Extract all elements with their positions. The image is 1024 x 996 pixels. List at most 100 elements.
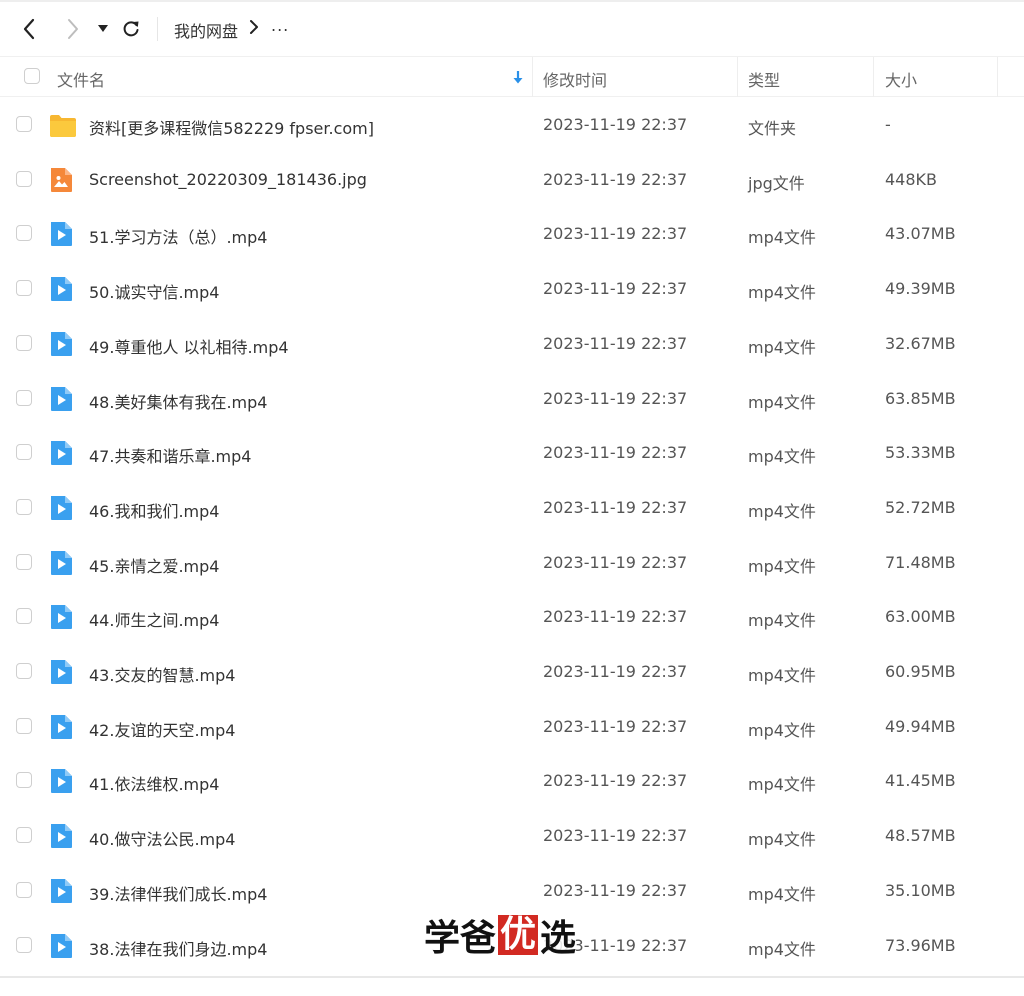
file-type: mp4文件 [748, 666, 816, 685]
file-type: mp4文件 [748, 556, 816, 576]
back-button[interactable] [18, 17, 40, 41]
file-modified-time: 2023-11-19 22:37 [543, 115, 688, 134]
column-header-modified[interactable]: 修改时间 [543, 67, 607, 91]
file-size: 48.57MB [885, 826, 956, 846]
row-checkbox[interactable] [16, 334, 32, 351]
history-dropdown-button[interactable] [95, 22, 111, 36]
table-row[interactable]: 50.诚实守信.mp4 2023-11-19 22:37 mp4文件 49.39… [0, 262, 1024, 317]
file-name[interactable]: 资料[更多课程微信582229 fpser.com] [89, 115, 374, 139]
table-row[interactable]: 46.我和我们.mp4 2023-11-19 22:37 mp4文件 52.72… [0, 481, 1024, 536]
row-checkbox[interactable] [16, 772, 32, 789]
table-header: 文件名 修改时间 类型 大小 [0, 56, 1024, 97]
table-row[interactable]: 资料[更多课程微信582229 fpser.com] 2023-11-19 22… [0, 98, 1024, 153]
file-size: 60.95MB [885, 662, 956, 681]
video-file-icon [49, 823, 75, 849]
file-modified-time: 2023-11-19 22:37 [543, 826, 688, 846]
file-name[interactable]: 50.诚实守信.mp4 [89, 279, 219, 303]
table-row[interactable]: 47.共奏和谐乐章.mp4 2023-11-19 22:37 mp4文件 53.… [0, 426, 1024, 481]
row-checkbox[interactable] [16, 827, 32, 844]
video-file-icon [49, 878, 75, 904]
watermark-seal: 优 [498, 914, 539, 955]
column-divider[interactable] [737, 57, 738, 97]
file-type: mp4文件 [748, 611, 816, 631]
forward-button[interactable] [62, 17, 84, 41]
row-checkbox[interactable] [16, 881, 32, 898]
file-name[interactable]: 42.友谊的天空.mp4 [89, 717, 235, 741]
table-row[interactable]: Screenshot_20220309_181436.jpg 2023-11-1… [0, 153, 1024, 208]
table-row[interactable]: 43.交友的智慧.mp4 2023-11-19 22:37 mp4文件 60.9… [0, 645, 1024, 700]
bottom-border [0, 976, 1024, 978]
row-checkbox[interactable] [16, 663, 32, 679]
row-checkbox[interactable] [16, 608, 32, 625]
column-divider[interactable] [873, 57, 874, 97]
table-row[interactable]: 44.师生之间.mp4 2023-11-19 22:37 mp4文件 63.00… [0, 590, 1024, 645]
row-checkbox[interactable] [16, 717, 32, 734]
file-type: mp4文件 [748, 283, 816, 303]
file-name[interactable]: 43.交友的智慧.mp4 [89, 662, 235, 686]
file-name[interactable]: 41.依法维权.mp4 [89, 771, 219, 795]
file-name[interactable]: 48.美好集体有我在.mp4 [89, 389, 267, 413]
breadcrumb-root[interactable]: 我的网盘 [174, 18, 238, 42]
file-modified-time: 2023-11-19 22:37 [543, 716, 688, 736]
video-file-icon [49, 331, 75, 357]
row-checkbox[interactable] [16, 225, 32, 242]
file-modified-time: 2023-11-19 22:37 [543, 552, 688, 572]
row-checkbox[interactable] [16, 936, 32, 953]
file-type: mp4文件 [748, 447, 816, 467]
nav-separator [157, 17, 158, 41]
table-row[interactable]: 41.依法维权.mp4 2023-11-19 22:37 mp4文件 41.45… [0, 754, 1024, 809]
file-name[interactable]: 51.学习方法（总）.mp4 [89, 224, 267, 248]
file-name[interactable]: 38.法律在我们身边.mp4 [89, 936, 267, 960]
watermark-logo: 学爸 优 选 [424, 912, 577, 959]
file-name[interactable]: 40.做守法公民.mp4 [89, 826, 235, 850]
refresh-icon [123, 21, 139, 37]
file-name[interactable]: 39.法律伴我们成长.mp4 [89, 881, 267, 905]
chevron-left-icon [23, 18, 35, 40]
file-modified-time: 2023-11-19 22:37 [543, 607, 688, 627]
file-type: mp4文件 [748, 392, 816, 412]
table-row[interactable]: 39.法律伴我们成长.mp4 2023-11-19 22:37 mp4文件 35… [0, 864, 1024, 919]
file-type: mp4文件 [748, 775, 816, 795]
file-modified-time: 2023-11-19 22:37 [543, 880, 688, 900]
file-type: mp4文件 [748, 884, 816, 904]
sort-arrow-down-icon[interactable] [512, 69, 524, 89]
file-name[interactable]: 47.共奏和谐乐章.mp4 [89, 443, 251, 467]
column-divider[interactable] [997, 57, 998, 97]
file-type: mp4文件 [748, 830, 816, 850]
file-type: 文件夹 [748, 119, 797, 138]
column-header-size[interactable]: 大小 [885, 67, 917, 91]
file-size: 52.72MB [885, 497, 956, 517]
file-name[interactable]: 44.师生之间.mp4 [89, 607, 219, 631]
row-checkbox[interactable] [16, 498, 32, 515]
row-checkbox[interactable] [16, 280, 32, 297]
table-row[interactable]: 45.亲情之爱.mp4 2023-11-19 22:37 mp4文件 71.48… [0, 536, 1024, 591]
table-row[interactable]: 51.学习方法（总）.mp4 2023-11-19 22:37 mp4文件 43… [0, 207, 1024, 262]
column-header-type[interactable]: 类型 [748, 67, 780, 91]
select-all-checkbox[interactable] [24, 68, 40, 84]
video-file-icon [49, 386, 75, 412]
file-modified-time: 2023-11-19 22:37 [543, 169, 688, 189]
row-checkbox[interactable] [16, 170, 32, 187]
row-checkbox[interactable] [16, 444, 32, 461]
file-name[interactable]: Screenshot_20220309_181436.jpg [89, 170, 367, 189]
file-name[interactable]: 46.我和我们.mp4 [89, 498, 219, 522]
file-name[interactable]: 49.尊重他人 以礼相待.mp4 [89, 334, 289, 358]
file-size: 35.10MB [885, 880, 956, 900]
table-row[interactable]: 40.做守法公民.mp4 2023-11-19 22:37 mp4文件 48.5… [0, 809, 1024, 864]
row-checkbox[interactable] [16, 116, 32, 132]
table-row[interactable]: 49.尊重他人 以礼相待.mp4 2023-11-19 22:37 mp4文件 … [0, 317, 1024, 372]
file-size: 63.00MB [885, 607, 956, 627]
table-row[interactable]: 42.友谊的天空.mp4 2023-11-19 22:37 mp4文件 49.9… [0, 700, 1024, 755]
video-file-icon [49, 440, 75, 466]
column-divider[interactable] [532, 57, 533, 97]
video-file-icon [49, 604, 75, 630]
column-header-name[interactable]: 文件名 [57, 67, 105, 91]
breadcrumb-more[interactable]: ... [271, 16, 289, 35]
row-checkbox[interactable] [16, 553, 32, 570]
table-row[interactable]: 48.美好集体有我在.mp4 2023-11-19 22:37 mp4文件 63… [0, 372, 1024, 427]
refresh-button[interactable] [120, 18, 142, 40]
file-size: 43.07MB [885, 224, 956, 244]
file-name[interactable]: 45.亲情之爱.mp4 [89, 553, 219, 577]
row-checkbox[interactable] [16, 389, 32, 406]
file-modified-time: 2023-11-19 22:37 [543, 497, 688, 517]
